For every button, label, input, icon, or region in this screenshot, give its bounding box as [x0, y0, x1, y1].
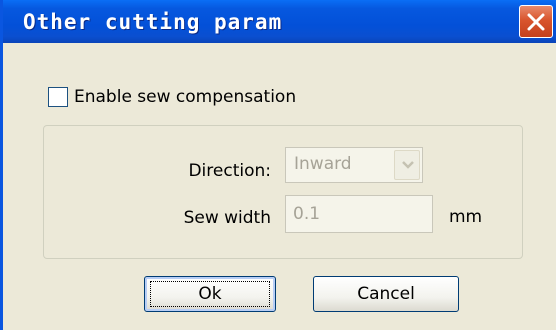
sew-width-unit: mm	[449, 207, 483, 227]
dropdown-button[interactable]	[394, 150, 420, 180]
enable-sew-compensation-checkbox[interactable]	[48, 87, 68, 107]
focus-rectangle	[150, 281, 270, 307]
title-bar[interactable]: Other cutting param	[3, 0, 556, 43]
dialog-title: Other cutting param	[23, 10, 283, 34]
chevron-down-icon	[402, 161, 414, 169]
close-button[interactable]	[519, 5, 553, 38]
ok-button[interactable]: Ok	[144, 276, 276, 312]
sew-settings-group	[43, 125, 523, 259]
direction-select[interactable]: Inward	[285, 147, 423, 183]
cancel-button[interactable]: Cancel	[313, 276, 459, 312]
sew-width-label: Sew width	[183, 208, 271, 228]
enable-sew-compensation-label[interactable]: Enable sew compensation	[74, 87, 296, 108]
close-icon	[527, 13, 545, 31]
sew-width-value: 0.1	[293, 204, 321, 224]
cancel-button-label: Cancel	[357, 284, 415, 304]
dialog-window: Other cutting param Enable sew compensat…	[0, 0, 556, 330]
direction-value: Inward	[294, 154, 352, 174]
direction-label: Direction:	[188, 161, 271, 181]
sew-width-input[interactable]: 0.1	[285, 195, 433, 233]
